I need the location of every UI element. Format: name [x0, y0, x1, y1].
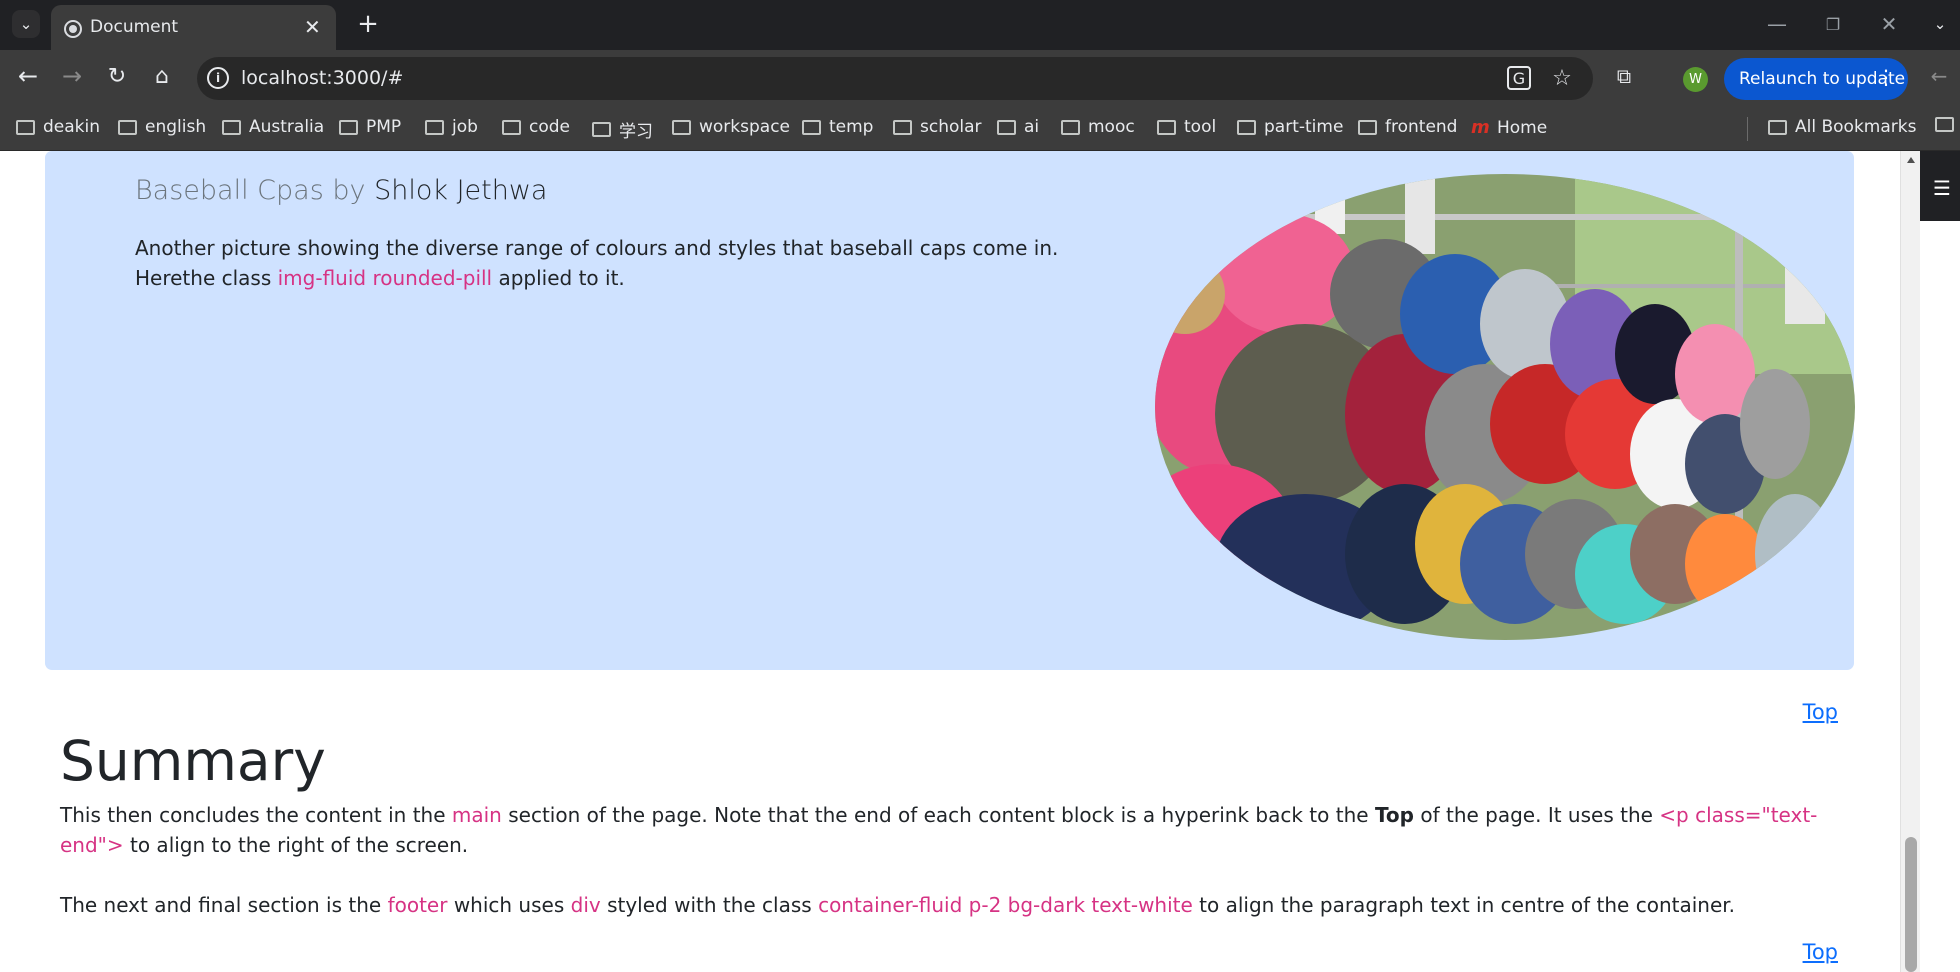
bold-top: Top — [1374, 803, 1414, 827]
top-link-2[interactable]: Top — [1803, 940, 1838, 964]
restore-icon[interactable]: ❐ — [1818, 9, 1848, 39]
folder-icon — [1358, 119, 1377, 135]
bookmark-folder[interactable]: code — [502, 117, 570, 137]
tab-title: Document — [90, 17, 179, 37]
extensions-icon[interactable]: ⧉ — [1610, 62, 1638, 90]
bookmark-folder[interactable]: temp — [802, 117, 873, 137]
text: styled with the class — [607, 893, 812, 917]
code-main: main — [451, 803, 502, 827]
close-tab-icon[interactable]: ✕ — [304, 15, 321, 39]
text: of the page. It uses the — [1420, 803, 1653, 827]
site-info-icon[interactable]: i — [207, 67, 229, 89]
class-name-code: img-fluid rounded-pill — [277, 266, 493, 290]
tab-document[interactable]: Document ✕ — [51, 5, 336, 50]
folder-icon — [802, 119, 821, 135]
summary-paragraph-1: This then concludes the content in the m… — [60, 800, 1830, 860]
folder-icon — [1061, 119, 1080, 135]
summary-paragraph-2: The next and final section is the footer… — [60, 890, 1830, 920]
address-bar[interactable]: i localhost:3000/# G ☆ — [197, 57, 1593, 100]
bookmark-folder[interactable]: part-time — [1237, 117, 1343, 137]
caps-photo — [1155, 174, 1855, 640]
globe-icon — [64, 20, 82, 38]
folder-icon — [425, 119, 444, 135]
text: section of the page. Note that the end o… — [508, 803, 1369, 827]
folder-icon — [1237, 119, 1256, 135]
window-close-icon[interactable]: ✕ — [1874, 9, 1904, 39]
bookmark-folder[interactable]: Australia — [222, 117, 324, 137]
menu-icon[interactable]: ☰ — [1933, 176, 1951, 200]
bookmarks-divider — [1747, 117, 1748, 141]
bookmark-folder[interactable]: deakin — [16, 117, 100, 137]
star-icon[interactable]: ☆ — [1549, 65, 1575, 91]
tab-strip: ⌄ Document ✕ + — ❐ ✕ ⌄ — [0, 0, 1960, 50]
all-bookmarks[interactable]: All Bookmarks — [1768, 117, 1916, 137]
folder-icon — [893, 119, 912, 135]
bookmark-folder[interactable]: 学习 — [592, 117, 653, 142]
bookmark-folder[interactable]: english — [118, 117, 206, 137]
folder-icon — [997, 119, 1016, 135]
folder-icon — [1935, 117, 1954, 132]
top-link-1[interactable]: Top — [1803, 700, 1838, 724]
minimize-icon[interactable]: — — [1762, 9, 1792, 39]
summary-heading: Summary — [60, 729, 326, 793]
card-title-prefix: Baseball Cpas by — [135, 175, 366, 206]
page-viewport: Baseball Cpas by Shlok Jethwa Another pi… — [0, 151, 1900, 972]
more-icon[interactable]: ⋮ — [1876, 65, 1896, 89]
folder-icon — [1768, 119, 1787, 135]
card-text: Another picture showing the diverse rang… — [135, 233, 1115, 293]
bookmark-folder[interactable]: frontend — [1358, 117, 1457, 137]
scroll-up-icon[interactable] — [1907, 157, 1915, 163]
scrollbar-thumb[interactable] — [1905, 837, 1917, 972]
tab-search-icon[interactable]: ⌄ — [12, 10, 40, 38]
bookmarks-bar: deakin english Australia PMP job code 学习… — [0, 107, 1960, 151]
text: The next and final section is the — [60, 893, 382, 917]
translate-icon[interactable]: G — [1507, 66, 1531, 90]
chevron-down-icon[interactable]: ⌄ — [1925, 9, 1955, 39]
bookmark-folder[interactable]: ai — [997, 117, 1039, 137]
bookmark-folder[interactable]: job — [425, 117, 478, 137]
forward-icon[interactable]: → — [58, 62, 86, 90]
home-icon[interactable]: ⌂ — [148, 62, 176, 90]
side-panel-icon[interactable]: ← — [1925, 62, 1953, 90]
top-link[interactable]: Top — [1803, 940, 1838, 964]
url-text[interactable]: localhost:3000/# — [241, 67, 403, 89]
folder-icon — [16, 119, 35, 135]
code-class: container-fluid p-2 bg-dark text-white — [818, 893, 1193, 917]
bookmark-home[interactable]: m Home — [1471, 117, 1547, 138]
bookmark-folder[interactable]: PMP — [339, 117, 401, 137]
side-panel: ☰ — [1920, 151, 1960, 221]
bookmark-folder[interactable]: tool — [1157, 117, 1216, 137]
bookmark-folder-overflow[interactable] — [1935, 117, 1960, 132]
folder-icon — [592, 122, 611, 137]
bookmark-logo-icon: m — [1471, 117, 1490, 138]
reload-icon[interactable]: ↻ — [103, 62, 131, 90]
text: which uses — [453, 893, 565, 917]
code-footer: footer — [387, 893, 448, 917]
code-div: div — [570, 893, 601, 917]
bookmark-folder[interactable]: workspace — [672, 117, 790, 137]
card-author: Shlok Jethwa — [374, 175, 548, 206]
card-text-2: applied to it. — [498, 266, 625, 290]
bookmark-folder[interactable]: scholar — [893, 117, 982, 137]
baseball-caps-image — [1155, 174, 1855, 640]
new-tab-icon[interactable]: + — [354, 9, 382, 39]
folder-icon — [339, 119, 358, 135]
text: to align to the right of the screen. — [130, 833, 469, 857]
scrollbar[interactable] — [1900, 151, 1920, 972]
top-link[interactable]: Top — [1803, 700, 1838, 724]
bookmark-folder[interactable]: mooc — [1061, 117, 1135, 137]
back-icon[interactable]: ← — [14, 62, 42, 90]
relaunch-button[interactable]: Relaunch to update ⋮ — [1724, 58, 1908, 100]
folder-icon — [502, 119, 521, 135]
avatar[interactable]: W — [1683, 67, 1708, 92]
text: to align the paragraph text in centre of… — [1199, 893, 1736, 917]
image-card: Baseball Cpas by Shlok Jethwa Another pi… — [45, 151, 1855, 670]
folder-icon — [222, 119, 241, 135]
card-title: Baseball Cpas by Shlok Jethwa — [135, 175, 547, 206]
browser-chrome: ⌄ Document ✕ + — ❐ ✕ ⌄ ← → ↻ ⌂ ⧉ ← i loc… — [0, 0, 1960, 151]
folder-icon — [672, 119, 691, 135]
text: This then concludes the content in the — [60, 803, 446, 827]
folder-icon — [1157, 119, 1176, 135]
folder-icon — [118, 119, 137, 135]
